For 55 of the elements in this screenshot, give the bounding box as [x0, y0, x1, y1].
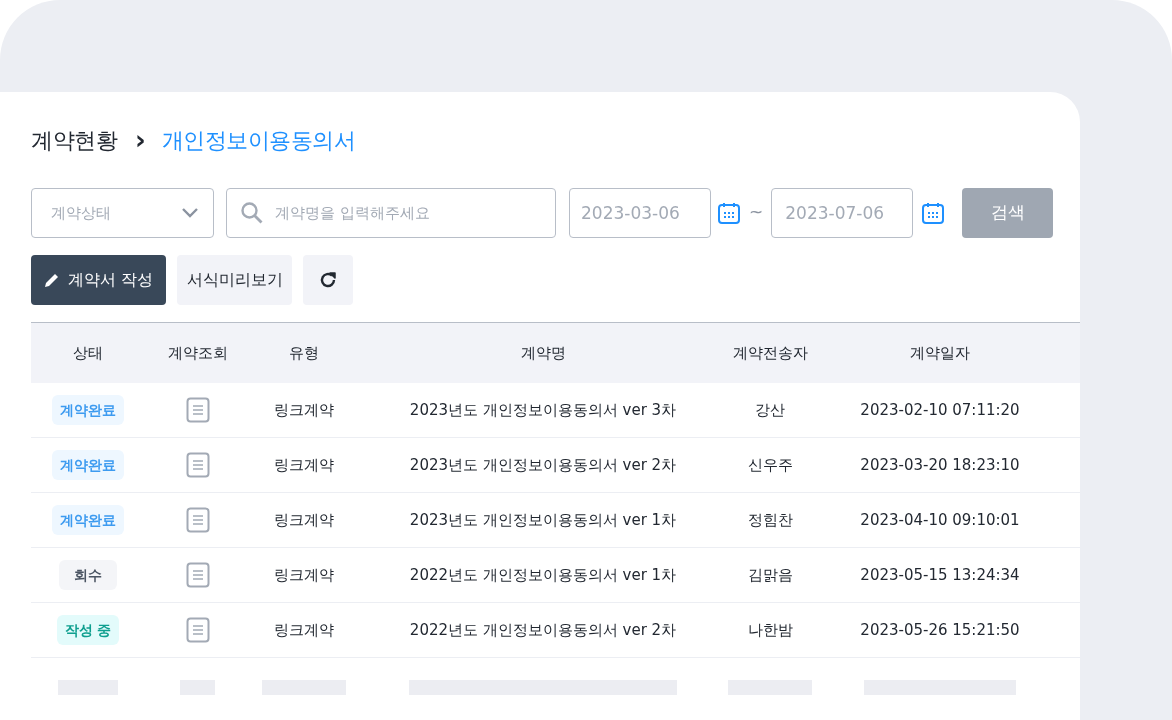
status-badge: 계약완료 — [52, 450, 124, 480]
contract-type-cell-text: 링크계약 — [274, 399, 334, 421]
contract-name-cell-text: 2023년도 개인정보이용동의서 ver 1차 — [409, 509, 677, 531]
select-placeholder: 계약상태 — [51, 202, 111, 224]
sender-cell-text: 강산 — [755, 399, 785, 421]
calendar-icon[interactable] — [717, 201, 741, 225]
date-cell-text: 2023-03-20 18:23:10 — [860, 454, 1020, 476]
contract-type-cell-text: 링크계약 — [274, 619, 334, 641]
column-header: 상태 — [72, 342, 104, 364]
breadcrumb-parent[interactable]: 계약현황 — [31, 123, 117, 157]
column-header: 계약명 — [519, 342, 567, 364]
range-separator: ~ — [749, 201, 764, 225]
column-header: 계약조회 — [166, 342, 229, 364]
contract-type-cell-text: 링크계약 — [274, 509, 334, 531]
sender-cell-text: 신우주 — [747, 454, 793, 476]
status-badge: 작성 중 — [56, 615, 120, 645]
date-cell-text: 2023-04-10 09:10:01 — [860, 509, 1020, 531]
breadcrumb-current: 개인정보이용동의서 — [161, 126, 356, 155]
contract-name-cell-text: 2023년도 개인정보이용동의서 ver 2차 — [409, 454, 677, 476]
contract-name-cell-text: 2022년도 개인정보이용동의서 ver 1차 — [409, 564, 677, 586]
status-badge: 회수 — [59, 560, 117, 590]
create-contract-button[interactable]: 계약서 작성 — [31, 255, 166, 305]
search-button[interactable]: 검색 — [962, 188, 1054, 238]
column-header: 계약전송자 — [731, 342, 809, 364]
sender-cell-text: 김맑음 — [747, 564, 793, 586]
search-field[interactable]: 계약명을 입력해주세요 — [226, 188, 556, 238]
contract-name-cell-text: 2023년도 개인정보이용동의서 ver 3차 — [409, 399, 677, 421]
breadcrumb-separator: › — [135, 127, 146, 153]
contract-type-cell-text: 링크계약 — [274, 454, 334, 476]
date-to-field[interactable]: 2023-07-06 — [771, 188, 914, 238]
status-badge: 계약완료 — [52, 395, 124, 425]
document-icon[interactable] — [185, 397, 210, 423]
document-icon[interactable] — [185, 507, 210, 533]
sender-cell-text: 나한밤 — [747, 619, 793, 641]
status-badge: 계약완료 — [52, 505, 124, 535]
column-header: 유형 — [288, 342, 320, 364]
status-select[interactable]: 계약상태 — [31, 188, 214, 238]
date-cell-text: 2023-05-15 13:24:34 — [860, 564, 1020, 586]
refresh-icon — [318, 270, 338, 290]
preview-button[interactable]: 서식미리보기 — [177, 255, 292, 305]
chevron-down-icon — [181, 207, 199, 219]
refresh-button[interactable] — [303, 255, 353, 305]
contract-type-cell-text: 링크계약 — [274, 564, 334, 586]
contract-name-cell-text: 2022년도 개인정보이용동의서 ver 2차 — [409, 619, 677, 641]
date-from-field[interactable]: 2023-03-06 — [569, 188, 711, 238]
document-icon[interactable] — [185, 452, 210, 478]
search-icon — [240, 201, 264, 225]
pencil-icon — [43, 272, 60, 288]
date-cell-text: 2023-05-26 15:21:50 — [860, 619, 1020, 641]
sender-cell-text: 정힘찬 — [747, 509, 793, 531]
calendar-icon[interactable] — [921, 201, 946, 225]
document-icon[interactable] — [185, 617, 210, 643]
date-cell-text: 2023-02-10 07:11:20 — [860, 399, 1020, 421]
column-header: 계약일자 — [909, 342, 971, 364]
document-icon[interactable] — [185, 562, 210, 588]
